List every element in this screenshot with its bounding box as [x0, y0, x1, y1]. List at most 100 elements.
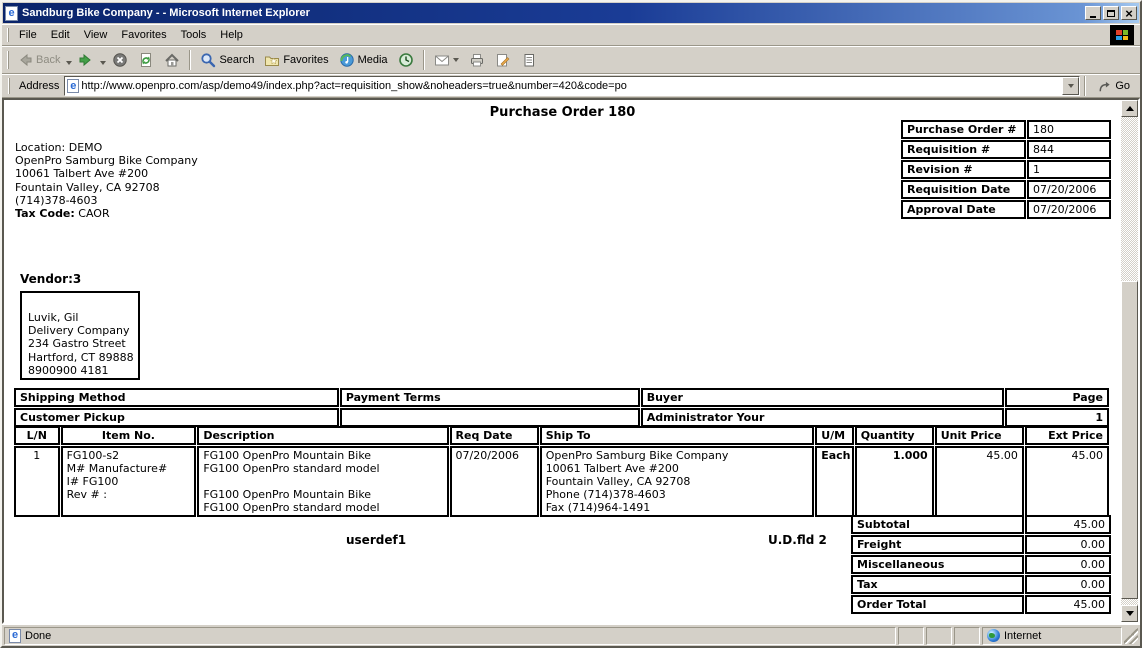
ln-cell: 1 — [14, 446, 60, 517]
scrollbar-thumb[interactable] — [1121, 281, 1138, 599]
edit-button[interactable] — [490, 49, 516, 71]
windows-logo-throbber — [1110, 25, 1134, 45]
line-items-table: L/N Item No. Description Req Date Ship T… — [13, 425, 1110, 518]
miscellaneous-label: Miscellaneous — [851, 555, 1024, 574]
table-row: Approval Date07/20/2006 — [901, 200, 1111, 219]
search-button[interactable]: Search — [195, 49, 259, 71]
address-dropdown[interactable] — [1062, 77, 1079, 95]
zone-text: Internet — [1004, 630, 1041, 642]
resize-grip[interactable] — [1124, 628, 1138, 644]
ship-to-header: Ship To — [540, 426, 815, 445]
table-header-row: L/N Item No. Description Req Date Ship T… — [14, 426, 1109, 445]
freight-label: Freight — [851, 535, 1024, 554]
subtotal-value: 45.00 — [1025, 515, 1111, 534]
url-page-icon — [67, 79, 79, 93]
tax-code-label: Tax Code: — [15, 207, 75, 220]
vendor-number: 3 — [73, 272, 81, 286]
discuss-button[interactable] — [516, 49, 542, 71]
info-value: 844 — [1027, 140, 1111, 159]
go-button[interactable]: Go — [1090, 76, 1137, 97]
print-button[interactable] — [464, 49, 490, 71]
table-row: Miscellaneous0.00 — [851, 555, 1111, 574]
home-button[interactable] — [159, 49, 185, 71]
address-label: Address — [19, 80, 59, 92]
stop-button[interactable] — [107, 49, 133, 71]
window-title: Sandburg Bike Company - - Microsoft Inte… — [22, 7, 1085, 19]
history-icon — [398, 52, 414, 68]
vertical-scrollbar[interactable] — [1121, 100, 1138, 622]
refresh-button[interactable] — [133, 49, 159, 71]
ext-price-cell: 45.00 — [1025, 446, 1109, 517]
back-button[interactable]: Back — [12, 49, 65, 71]
um-cell: Each — [815, 446, 853, 517]
chevron-down-icon — [1068, 84, 1074, 88]
status-message-pane: Done — [4, 627, 896, 645]
table-row: Tax0.00 — [851, 575, 1111, 594]
order-total-value: 45.00 — [1025, 595, 1111, 614]
discuss-icon — [521, 52, 537, 68]
toolbar-grip[interactable] — [7, 28, 9, 42]
tax-code-value: CAOR — [78, 207, 109, 220]
info-label: Approval Date — [901, 200, 1026, 219]
miscellaneous-value: 0.00 — [1025, 555, 1111, 574]
chevron-down-icon — [66, 61, 72, 65]
scroll-down-button[interactable] — [1121, 605, 1138, 622]
page-status-icon — [9, 629, 21, 643]
maximize-icon — [1107, 10, 1115, 17]
media-label: Media — [358, 54, 388, 66]
status-pane — [926, 627, 952, 645]
company-block: Location: DEMO OpenPro Samburg Bike Comp… — [15, 141, 198, 220]
forward-dropdown[interactable] — [99, 51, 107, 70]
search-icon — [200, 52, 216, 68]
security-zone-pane: Internet — [982, 627, 1122, 645]
close-button[interactable] — [1121, 6, 1137, 20]
forward-button[interactable] — [73, 49, 99, 71]
quantity-header: Quantity — [855, 426, 934, 445]
menu-view[interactable]: View — [77, 26, 115, 44]
vendor-label: Vendor:3 — [20, 272, 140, 286]
maximize-button[interactable] — [1103, 6, 1119, 20]
table-row: Subtotal45.00 — [851, 515, 1111, 534]
back-dropdown[interactable] — [65, 51, 73, 70]
info-label: Revision # — [901, 160, 1026, 179]
back-label: Back — [36, 54, 60, 66]
minimize-button[interactable] — [1085, 6, 1101, 20]
description-cell: FG100 OpenPro Mountain Bike FG100 OpenPr… — [197, 446, 448, 517]
menu-help[interactable]: Help — [213, 26, 250, 44]
refresh-icon — [138, 52, 154, 68]
address-field[interactable] — [79, 78, 1062, 94]
history-button[interactable] — [393, 49, 419, 71]
forward-icon — [78, 52, 94, 68]
info-label: Requisition # — [901, 140, 1026, 159]
scrollbar-track[interactable] — [1121, 117, 1138, 605]
menu-favorites[interactable]: Favorites — [114, 26, 173, 44]
scroll-up-button[interactable] — [1121, 100, 1138, 117]
media-button[interactable]: Media — [334, 49, 393, 71]
mail-button[interactable] — [429, 49, 464, 71]
address-input-box[interactable] — [64, 76, 1080, 96]
standard-toolbar: Back Search Favorites Media — [2, 46, 1140, 74]
address-bar: Address Go — [2, 74, 1140, 98]
arrow-down-icon — [1126, 611, 1134, 616]
menu-edit[interactable]: Edit — [44, 26, 77, 44]
order-total-label: Order Total — [851, 595, 1024, 614]
menu-file[interactable]: File — [12, 26, 44, 44]
info-label: Requisition Date — [901, 180, 1026, 199]
table-row: Requisition Date07/20/2006 — [901, 180, 1111, 199]
info-label: Purchase Order # — [901, 120, 1026, 139]
menu-tools[interactable]: Tools — [174, 26, 214, 44]
userdef1-label: userdef1 — [346, 533, 406, 547]
ext-price-header: Ext Price — [1025, 426, 1109, 445]
buyer-header: Buyer — [641, 388, 1004, 407]
toolbar-grip[interactable] — [7, 51, 9, 69]
tax-label: Tax — [851, 575, 1024, 594]
item-no-cell: FG100-s2 M# Manufacture# I# FG100 Rev # … — [61, 446, 197, 517]
favorites-button[interactable]: Favorites — [259, 49, 333, 71]
go-icon — [1097, 79, 1112, 94]
unit-price-header: Unit Price — [935, 426, 1024, 445]
payment-terms-header: Payment Terms — [340, 388, 640, 407]
toolbar-grip[interactable] — [8, 78, 10, 93]
print-icon — [469, 52, 485, 68]
mail-icon — [434, 52, 450, 68]
table-row: Requisition #844 — [901, 140, 1111, 159]
